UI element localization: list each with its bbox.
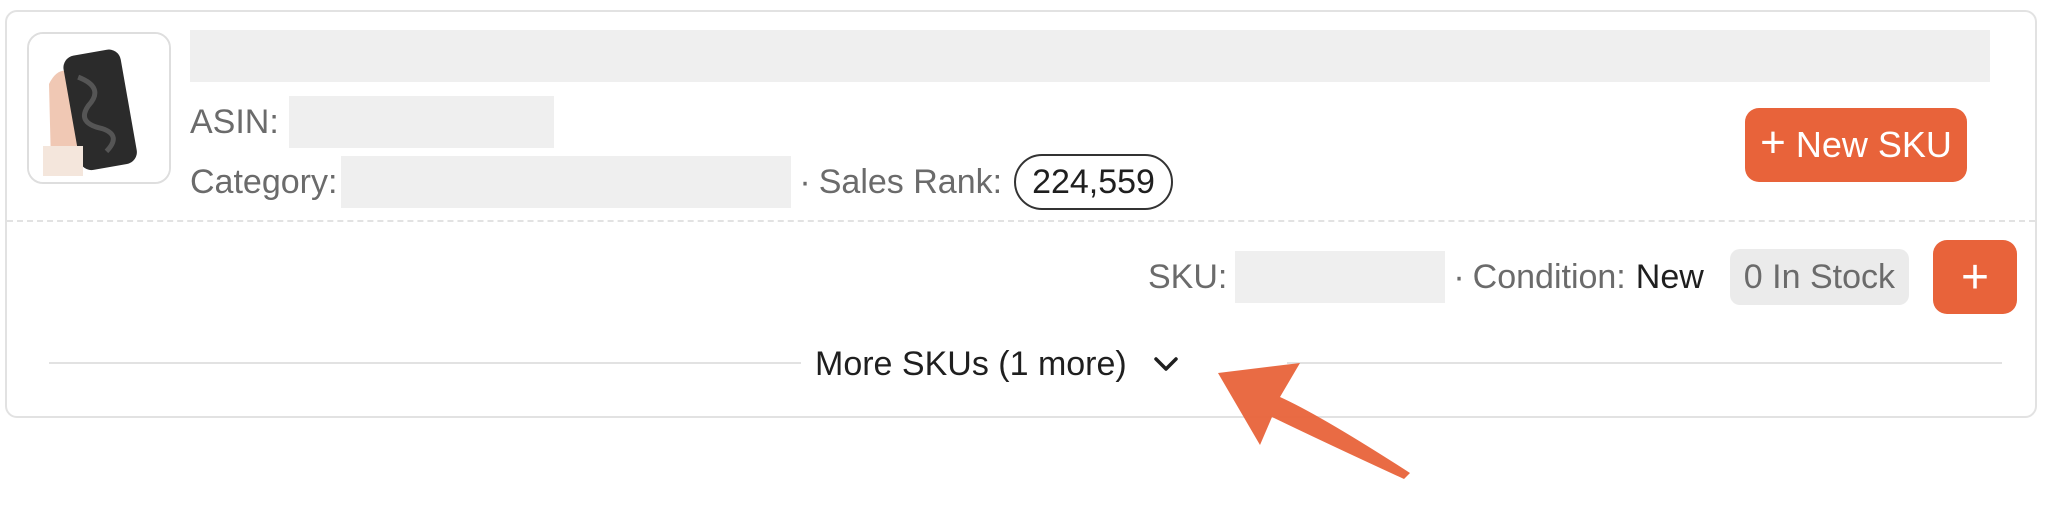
product-thumbnail[interactable]: [27, 32, 171, 184]
new-sku-button[interactable]: + New SKU: [1745, 108, 1967, 182]
category-row: Category: · Sales Rank: 224,559: [190, 152, 1173, 212]
add-stock-button[interactable]: +: [1933, 240, 2017, 314]
sku-value-redacted: [1235, 251, 1446, 303]
phone-case-image: [29, 34, 169, 182]
more-skus-toggle[interactable]: More SKUs (1 more): [815, 340, 1179, 388]
stock-badge: 0 In Stock: [1729, 249, 1909, 305]
condition-value: New: [1635, 257, 1704, 296]
asin-value-redacted: [288, 96, 554, 148]
condition-label: Condition:: [1472, 257, 1626, 296]
sku-label: SKU:: [1147, 257, 1228, 296]
more-skus-label: More SKUs (1 more): [815, 344, 1127, 383]
divider-left: [49, 362, 801, 364]
category-value-redacted: [341, 156, 792, 208]
category-label: Category:: [190, 162, 338, 201]
product-card: ASIN: Category: · Sales Rank: 224,559 + …: [5, 10, 2037, 418]
chevron-down-icon: [1153, 357, 1178, 371]
annotation-arrow-icon: [1218, 363, 1410, 479]
sku-row: SKU: · Condition: New 0 In Stock +: [1148, 240, 2017, 314]
separator-dot: ·: [799, 162, 811, 201]
sales-rank-badge: 224,559: [1014, 154, 1173, 210]
new-sku-label: New SKU: [1795, 124, 1952, 165]
plus-icon: +: [1960, 250, 1990, 304]
plus-icon: +: [1760, 118, 1786, 167]
sales-rank-label: Sales Rank:: [818, 162, 1003, 201]
separator-dot: ·: [1453, 257, 1465, 296]
section-divider: [7, 220, 2035, 222]
asin-label: ASIN:: [190, 102, 279, 141]
product-title-redacted: [190, 30, 1990, 82]
asin-row: ASIN:: [190, 94, 554, 150]
